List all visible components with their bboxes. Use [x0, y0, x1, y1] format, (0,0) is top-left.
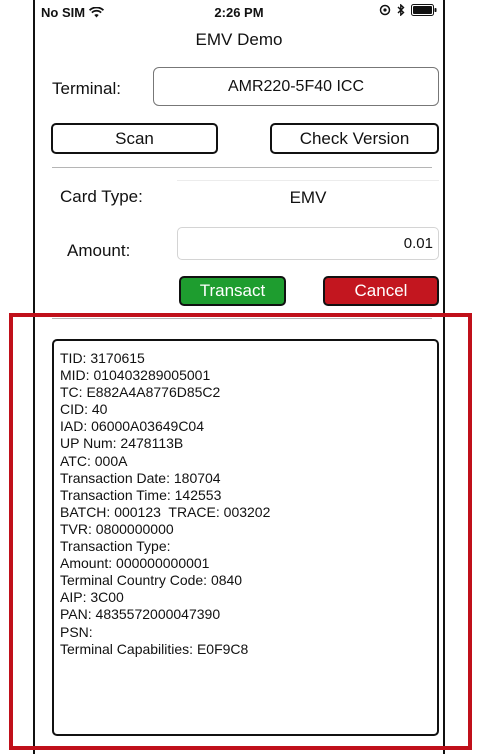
amount-value: 0.01 [403, 235, 433, 252]
nav-title: EMV Demo [195, 30, 283, 49]
transact-button[interactable]: Transact [179, 276, 286, 306]
highlight-annotation-box [9, 313, 472, 750]
amount-field[interactable]: 0.01 [177, 227, 439, 260]
battery-icon [411, 4, 437, 16]
cancel-button[interactable]: Cancel [323, 276, 439, 306]
bluetooth-icon [397, 4, 405, 16]
scan-button[interactable]: Scan [51, 123, 218, 154]
card-type-field[interactable]: EMV [177, 180, 439, 214]
check-version-button[interactable]: Check Version [270, 123, 439, 154]
status-bar: No SIM 2:26 PM [35, 0, 443, 26]
location-lock-icon [379, 4, 391, 16]
divider [52, 167, 432, 168]
terminal-field[interactable]: AMR220-5F40 ICC [153, 67, 439, 106]
terminal-value: AMR220-5F40 ICC [227, 77, 365, 95]
amount-label: Amount: [67, 241, 131, 260]
status-right [379, 4, 437, 16]
terminal-label: Terminal: [52, 79, 121, 98]
card-type-value: EMV [289, 187, 327, 207]
card-type-label: Card Type: [60, 187, 143, 206]
